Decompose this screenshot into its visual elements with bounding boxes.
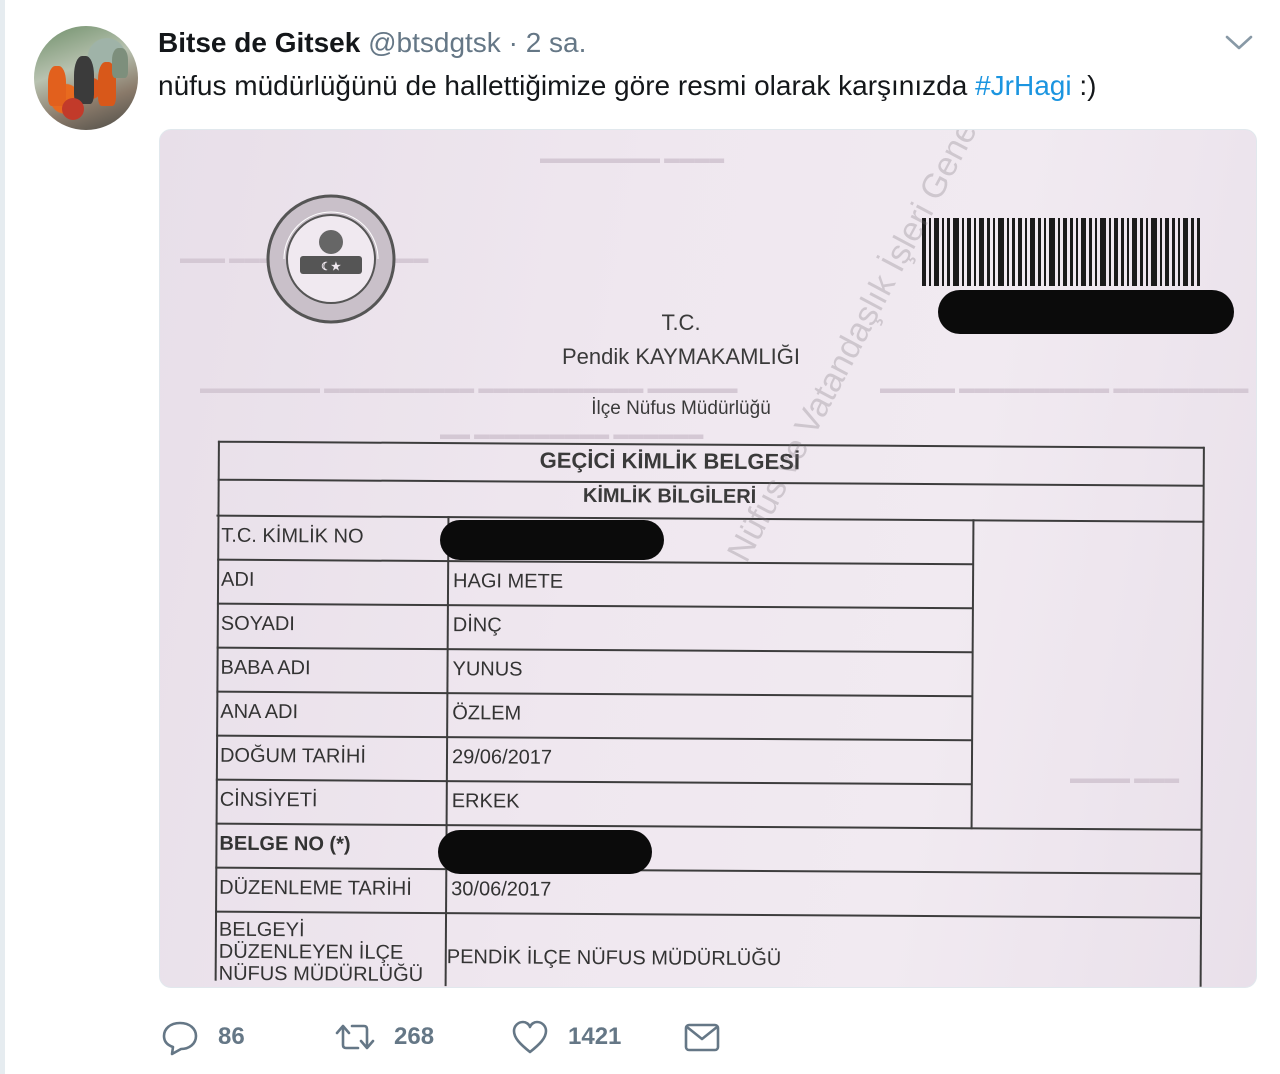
separator: · <box>508 27 518 58</box>
field-value-gender: ERKEK <box>451 790 520 813</box>
field-label-name: ADI <box>221 568 255 591</box>
field-value-father: YUNUS <box>452 658 523 681</box>
reply-count: 86 <box>218 1023 245 1050</box>
field-label-gender: CİNSİYETİ <box>219 788 318 812</box>
retweet-count: 268 <box>394 1023 435 1050</box>
tweet-header: Bitse de Gitsek @btsdgtsk · 2 sa. <box>158 26 586 60</box>
hashtag-link[interactable]: #JrHagi <box>975 70 1071 101</box>
field-value-name: HAGI METE <box>453 570 564 593</box>
field-label-surname: SOYADI <box>220 612 295 636</box>
like-count: 1421 <box>568 1023 622 1050</box>
field-value-mother: ÖZLEM <box>452 702 522 725</box>
field-value-issuer: PENDİK İLÇE NÜFUS MÜDÜRLÜĞÜ <box>446 946 782 971</box>
field-value-birthdate: 29/06/2017 <box>451 746 553 769</box>
tweet-text-end: :) <box>1071 70 1097 101</box>
issuer-label-line: BELGEYİ <box>218 918 305 942</box>
avatar[interactable] <box>34 26 138 130</box>
id-form: GEÇİCİ KİMLİK BELGESİ KİMLİK BİLGİLERİ T… <box>160 130 1256 987</box>
retweet-icon <box>335 1024 375 1050</box>
like-button[interactable]: 1421 <box>510 1016 621 1058</box>
field-label-issue-date: DÜZENLEME TARİHİ <box>219 876 412 900</box>
issuer-label-line: NÜFUS MÜDÜRLÜĞÜ <box>218 962 424 986</box>
timeline-border <box>0 0 5 1074</box>
issuer-label-line: DÜZENLEYEN İLÇE <box>218 940 404 964</box>
field-value-issue-date: 30/06/2017 <box>451 878 552 901</box>
field-value-surname: DİNÇ <box>452 614 502 637</box>
reply-button[interactable]: 86 <box>160 1016 245 1058</box>
chevron-down-icon[interactable] <box>1224 30 1254 54</box>
field-label-tc-no: T.C. KİMLİK NO <box>221 524 364 548</box>
tweet-text: nüfus müdürlüğünü de hallettiğimize göre… <box>158 68 1096 104</box>
envelope-icon <box>684 1023 720 1052</box>
field-label-father: BABA ADI <box>220 656 311 680</box>
retweet-button[interactable]: 268 <box>334 1016 434 1058</box>
tweet-text-body: nüfus müdürlüğünü de hallettiğimize göre… <box>158 70 976 101</box>
reply-icon <box>162 1021 198 1056</box>
field-label-issuer: BELGEYİ DÜZENLEYEN İLÇE NÜFUS MÜDÜRLÜĞÜ <box>219 919 424 986</box>
tweet-photo[interactable]: ▬▬▬▬▬▬▬▬ ▬▬▬▬ ▬▬▬ ▬▬▬ ▬▬▬▬▬▬▬ ▬ ▬▬ ▬▬▬▬▬▬▬… <box>159 129 1257 988</box>
field-label-birthdate: DOĞUM TARİHİ <box>219 744 367 768</box>
author-name[interactable]: Bitse de Gitsek <box>158 27 360 58</box>
timestamp[interactable]: 2 sa. <box>526 27 587 58</box>
direct-message-button[interactable] <box>682 1016 722 1058</box>
tweet-actions: 86 268 1421 <box>160 1016 860 1058</box>
author-handle[interactable]: @btsdgtsk <box>368 27 501 58</box>
redaction-doc-no <box>438 830 652 874</box>
doc-subtitle: KİMLİK BİLGİLERİ <box>582 484 757 508</box>
field-label-doc-no: BELGE NO (*) <box>219 832 351 856</box>
heart-icon <box>512 1020 548 1054</box>
field-label-mother: ANA ADI <box>220 700 299 724</box>
redaction-tc-no <box>440 520 664 560</box>
